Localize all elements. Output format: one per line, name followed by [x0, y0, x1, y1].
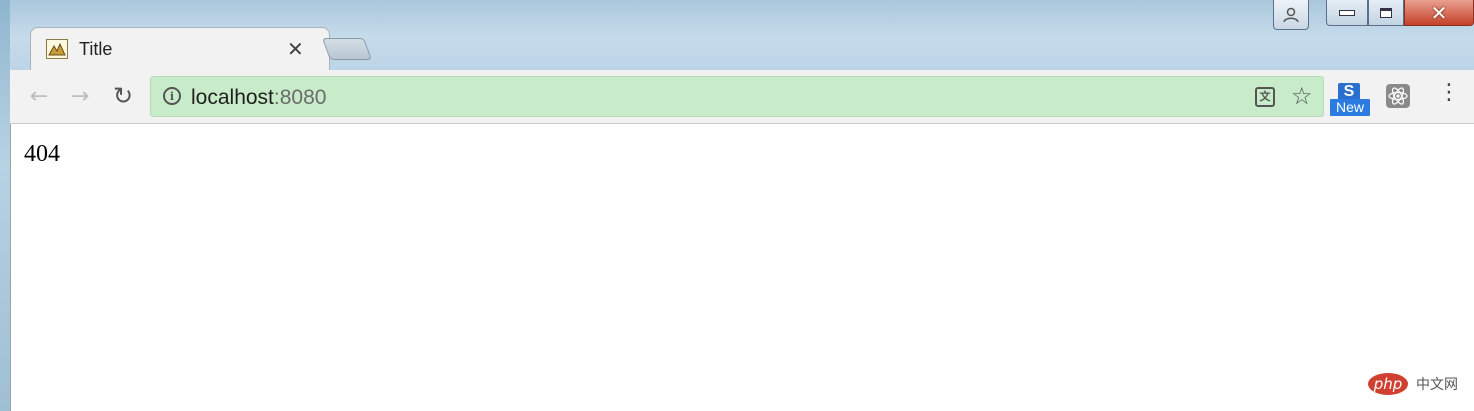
extension-new-button[interactable]: S New: [1330, 83, 1370, 117]
user-icon: [1283, 7, 1299, 22]
reload-icon[interactable]: ↻: [108, 81, 138, 111]
browser-toolbar: ← → ↻ i localhost:8080 文 ☆ S New ⋮: [10, 70, 1474, 124]
browser-window: Title ✕ ✕ ← → ↻ i localhost:8080 文 ☆ S N…: [10, 0, 1474, 411]
page-body-text: 404: [24, 141, 60, 167]
react-devtools-icon[interactable]: [1386, 84, 1410, 108]
minimize-button[interactable]: [1326, 0, 1368, 26]
window-controls: ✕: [1326, 0, 1474, 28]
address-bar[interactable]: i localhost:8080 文 ☆: [150, 76, 1324, 117]
profile-button[interactable]: [1273, 0, 1309, 30]
arrow-left-icon[interactable]: ←: [24, 81, 54, 111]
translate-icon[interactable]: 文: [1255, 87, 1275, 107]
watermark-text: 中文网: [1416, 376, 1458, 392]
close-icon: ✕: [1430, 0, 1448, 25]
title-bar: Title ✕ ✕: [10, 0, 1474, 70]
url-text[interactable]: localhost:8080: [191, 86, 326, 110]
arrow-right-icon[interactable]: →: [65, 81, 95, 111]
watermark: php 中文网: [1368, 373, 1458, 395]
tab-title: Title: [79, 39, 113, 59]
favicon-icon: [46, 39, 68, 59]
page-content: 404 php 中文网: [10, 124, 1474, 411]
tab-active[interactable]: Title ✕: [30, 27, 330, 70]
close-window-button[interactable]: ✕: [1404, 0, 1474, 26]
kebab-menu-icon[interactable]: ⋮: [1438, 82, 1460, 104]
url-port: :8080: [273, 86, 327, 109]
new-badge: New: [1330, 99, 1370, 116]
maximize-icon: [1380, 7, 1392, 18]
info-icon[interactable]: i: [163, 87, 181, 105]
maximize-button[interactable]: [1368, 0, 1404, 26]
minimize-icon: [1339, 9, 1355, 16]
star-icon[interactable]: ☆: [1291, 82, 1313, 110]
url-host: localhost: [191, 86, 274, 109]
tab-close-icon[interactable]: ✕: [287, 37, 304, 61]
new-tab-button[interactable]: [321, 38, 373, 60]
php-logo: php: [1368, 373, 1408, 395]
